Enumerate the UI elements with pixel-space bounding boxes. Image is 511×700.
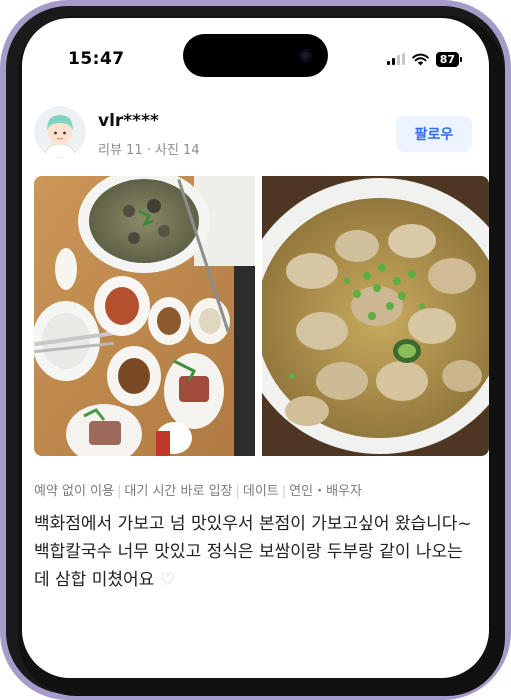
tag-reservation: 예약 없이 이용 [34,484,115,499]
status-time: 15:47 [68,49,125,69]
wifi-icon [411,53,429,65]
phone-screen: 15:47 87 vlr**** 리뷰 11 · 사진 14 팔로우 예약 없이… [22,18,489,678]
avatar[interactable] [34,106,86,158]
status-icons: 87 [386,51,463,67]
review-photo-2[interactable] [262,176,489,456]
avatar-character-icon [34,106,86,158]
username[interactable]: vlr**** [98,111,159,131]
review-photos [34,176,489,456]
camera-icon [299,49,312,62]
heart-icon[interactable]: ♡ [160,566,175,594]
status-bar: 15:47 87 [22,18,489,88]
dynamic-island [183,34,328,77]
reviewer-profile: vlr**** 리뷰 11 · 사진 14 팔로우 [22,106,489,168]
review-photo-1[interactable] [34,176,255,456]
tag-wait-time: 대기 시간 바로 입장 [124,484,233,499]
tag-separator: | [281,484,287,499]
follow-button[interactable]: 팔로우 [396,116,472,152]
reviewer-stats: 리뷰 11 · 사진 14 [98,143,200,158]
tag-separator: | [117,484,122,499]
review-tags: 예약 없이 이용 | 대기 시간 바로 입장 | 데이트 | 연인・배우자 [34,480,362,499]
tag-companion: 연인・배우자 [289,484,362,499]
tag-occasion: 데이트 [242,484,279,499]
review-text: 백화점에서 가보고 넘 맛있우서 본점이 가보고싶어 왔습니다~ 백합칼국수 너… [34,514,472,590]
battery-icon: 87 [435,51,463,67]
review-body[interactable]: 백화점에서 가보고 넘 맛있우서 본점이 가보고싶어 왔습니다~ 백합칼국수 너… [34,510,474,594]
cellular-signal-icon [386,53,405,65]
tag-separator: | [235,484,240,499]
